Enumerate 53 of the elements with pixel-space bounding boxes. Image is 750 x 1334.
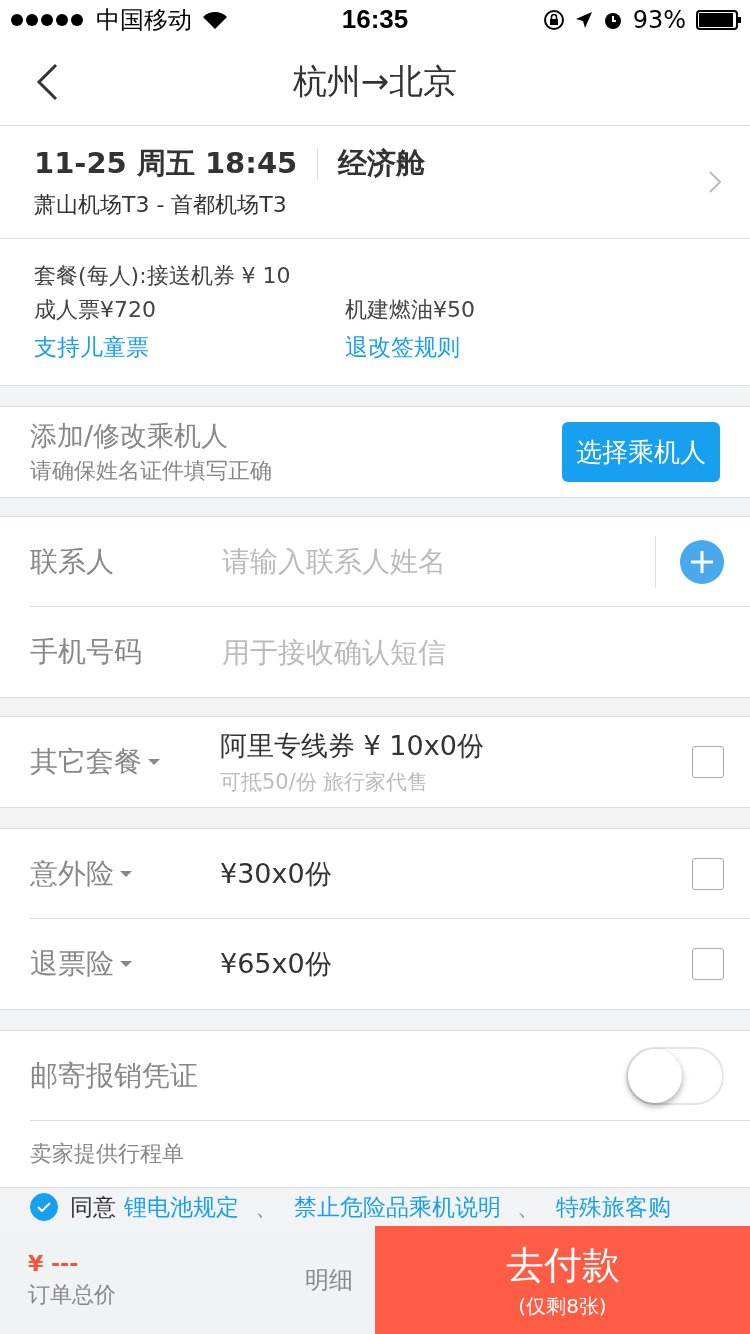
- wifi-icon: [202, 9, 228, 30]
- policy-link[interactable]: 特殊旅客购: [556, 1191, 671, 1223]
- page-title: 杭州→北京: [292, 60, 458, 104]
- select-passenger-button[interactable]: 选择乘机人: [562, 422, 720, 483]
- separator-mark: 、: [255, 1192, 278, 1222]
- toggle-switch[interactable]: [626, 1046, 724, 1105]
- clock: 16:35: [340, 4, 410, 36]
- checkbox[interactable]: [692, 746, 724, 778]
- total-price-label: 订单总价: [28, 1280, 116, 1309]
- chevron-right-icon: [708, 170, 722, 195]
- add-icon[interactable]: [680, 539, 724, 584]
- package-info: 套餐(每人):接送机券 ¥ 10: [34, 261, 292, 290]
- separator-mark: 、: [517, 1192, 540, 1222]
- total-price: ¥ ---: [28, 1250, 80, 1276]
- details-link[interactable]: 明细: [305, 1264, 353, 1296]
- option-title: ¥30x0份: [220, 856, 333, 891]
- refund-rules-link[interactable]: 退改签规则: [345, 326, 716, 367]
- passenger-hint: 请确保姓名证件填写正确: [30, 457, 272, 486]
- option-label[interactable]: 退票险: [30, 945, 220, 983]
- input-field[interactable]: 用于接收确认短信: [220, 634, 724, 670]
- pay-button[interactable]: 去付款 (仅剩8张): [375, 1226, 750, 1334]
- agree-label: 同意: [70, 1192, 116, 1222]
- option-title: ¥65x0份: [220, 947, 333, 981]
- policy-link[interactable]: 锂电池规定: [124, 1191, 239, 1223]
- check-icon: [37, 1202, 51, 1212]
- policy-link[interactable]: 禁止危险品乘机说明: [294, 1191, 501, 1223]
- option-title: 阿里专线券 ¥ 10x0份: [220, 729, 485, 763]
- carrier: 中国移动: [96, 4, 192, 36]
- mail-note: 卖家提供行程单: [30, 1140, 184, 1168]
- field-label: 手机号码: [30, 634, 143, 670]
- passenger-title: 添加/修改乘机人: [30, 419, 230, 454]
- flight-summary[interactable]: 11-25 周五 18:45 经济舱 萧山机场T3 - 首都机场T3: [0, 126, 750, 239]
- cabin-class: 经济舱: [338, 145, 426, 183]
- flight-datetime: 11-25 周五 18:45: [34, 145, 298, 183]
- field-label: 联系人: [30, 543, 115, 580]
- back-icon[interactable]: [36, 63, 58, 102]
- tax-fare: 机建燃油¥50: [345, 295, 476, 324]
- mail-label: 邮寄报销凭证: [30, 1057, 199, 1094]
- signal-icon: [10, 12, 86, 27]
- airports: 萧山机场T3 - 首都机场T3: [34, 191, 288, 220]
- battery-percent: 93%: [632, 5, 686, 34]
- checkbox[interactable]: [692, 857, 724, 890]
- option-subtitle: 可抵50/份 旅行家代售: [220, 769, 430, 796]
- checkbox[interactable]: [692, 948, 724, 980]
- agree-checkbox[interactable]: [30, 1193, 58, 1221]
- adult-fare: 成人票¥720: [34, 295, 157, 324]
- option-label[interactable]: 意外险: [30, 854, 220, 893]
- location-icon: [574, 10, 593, 29]
- child-ticket-link[interactable]: 支持儿童票: [34, 326, 345, 367]
- input-field[interactable]: 请输入联系人姓名: [220, 544, 655, 579]
- rotation-lock-icon: [542, 8, 565, 31]
- battery-icon: [696, 9, 742, 30]
- option-label[interactable]: 其它套餐: [30, 743, 220, 781]
